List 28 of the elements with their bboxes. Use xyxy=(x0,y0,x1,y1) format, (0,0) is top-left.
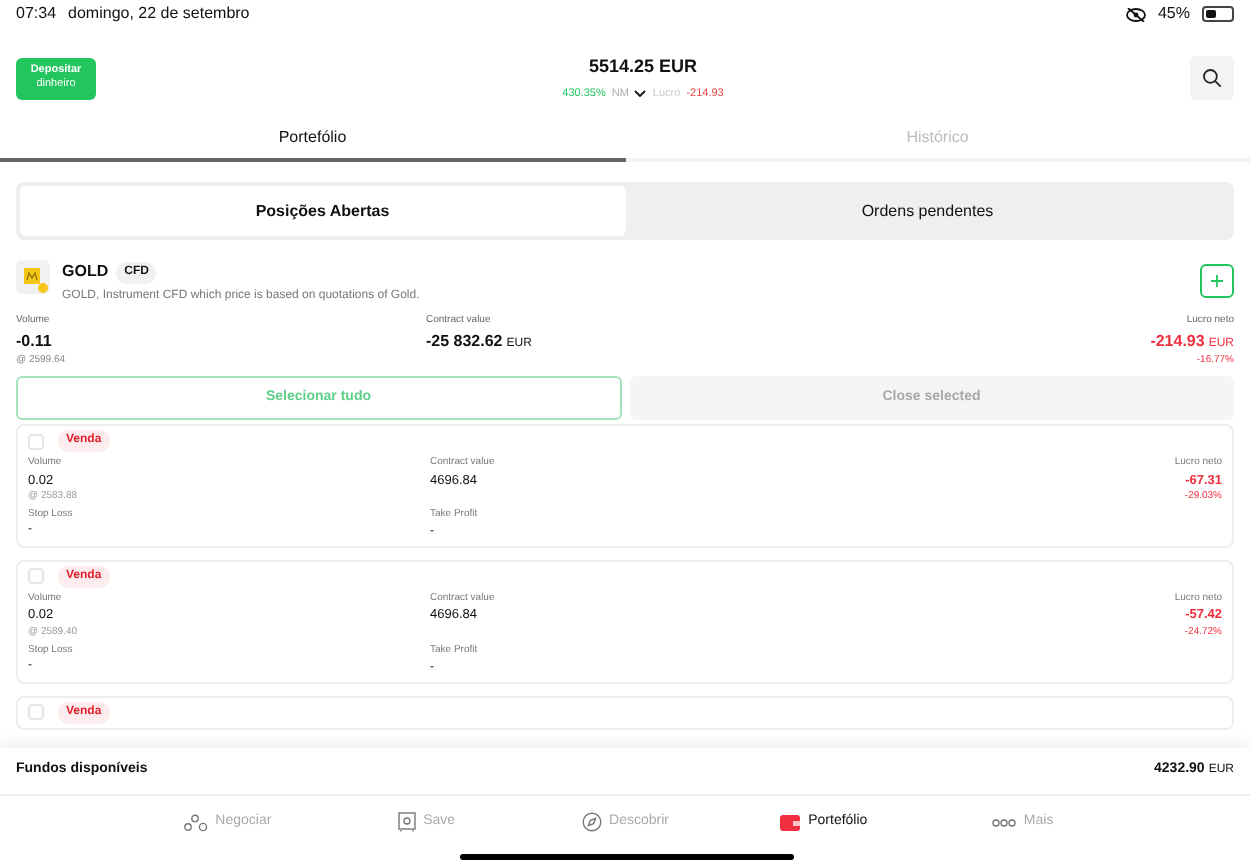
safe-icon xyxy=(397,812,416,833)
search-icon xyxy=(1202,68,1222,88)
eye-off-icon xyxy=(1125,6,1146,22)
tab[interactable]: Portefólio xyxy=(0,116,625,162)
tab[interactable]: Histórico xyxy=(625,116,1250,162)
chevron-down-icon xyxy=(634,90,647,99)
instrument-name: GOLD xyxy=(62,260,109,284)
dots-icon xyxy=(991,817,1016,828)
checkbox[interactable] xyxy=(28,568,44,585)
balance-value: 5514.25 EUR xyxy=(588,53,698,80)
net-profit-value: -214.93 xyxy=(1150,329,1205,353)
segment-tab[interactable]: Ordens pendentes xyxy=(625,186,1230,236)
instrument-logo xyxy=(16,260,50,294)
checkbox[interactable] xyxy=(28,433,44,449)
plus-icon xyxy=(1210,274,1224,288)
contract-value: -25 832.62 xyxy=(426,329,503,353)
search-button[interactable] xyxy=(1190,56,1234,100)
circles-icon xyxy=(183,813,208,832)
volume-value: -0.11 xyxy=(16,329,54,353)
battery-percent: 45% xyxy=(1157,2,1190,26)
battery-icon xyxy=(1202,6,1234,22)
checkbox[interactable] xyxy=(28,704,44,720)
add-button[interactable] xyxy=(1200,264,1234,298)
status-time: 07:34 xyxy=(16,2,57,26)
status-date: domingo, 22 de setembro xyxy=(68,2,250,26)
wallet-icon xyxy=(780,813,801,832)
compass-icon xyxy=(581,812,602,833)
segment-tab[interactable]: Posições Abertas xyxy=(20,186,625,236)
